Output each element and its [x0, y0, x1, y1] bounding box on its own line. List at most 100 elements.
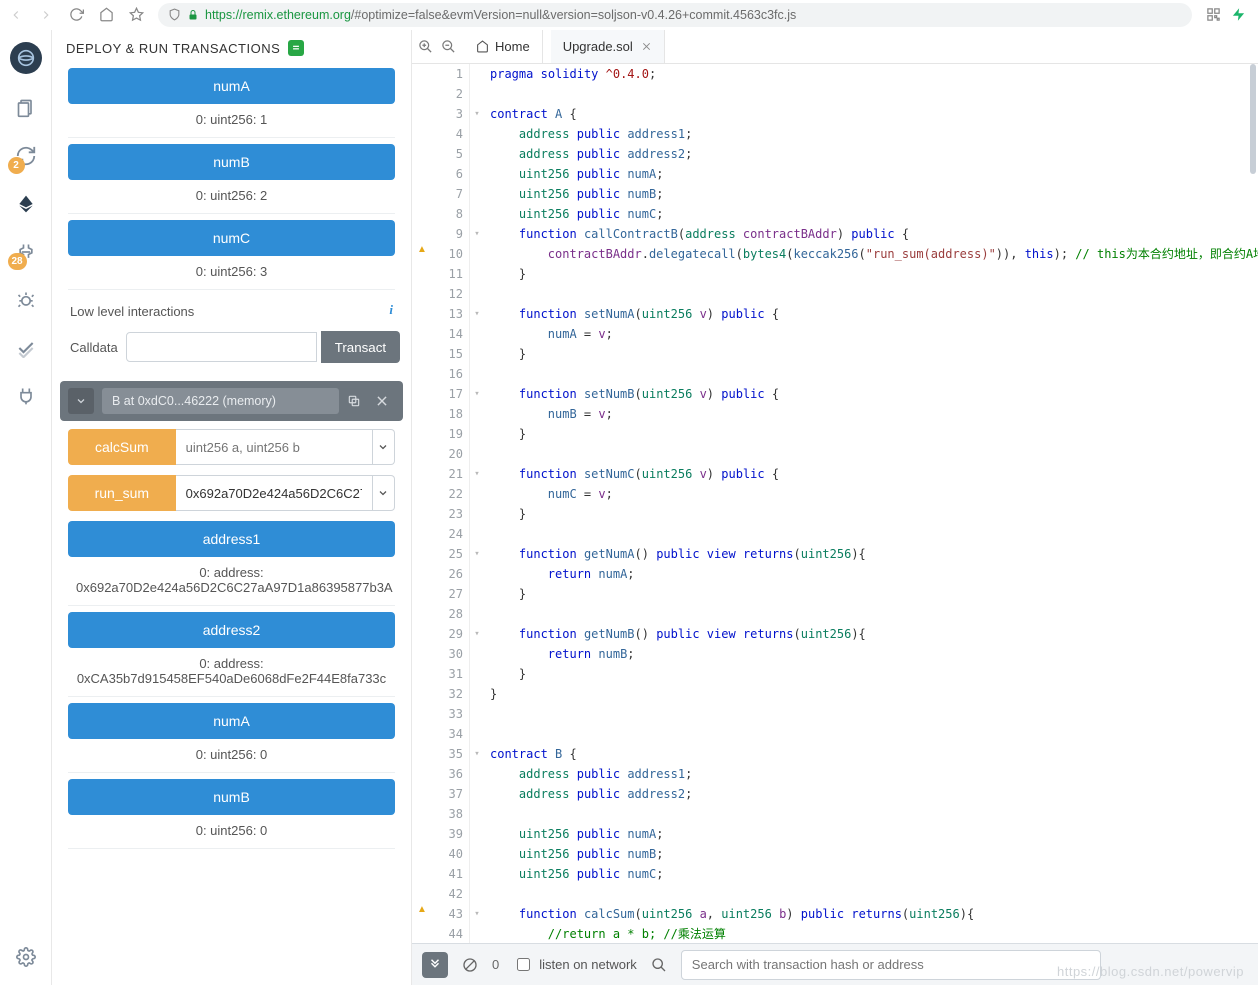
code-line[interactable]: 17▾ function setNumB(uint256 v) public { [412, 384, 1258, 404]
b-numB-button[interactable]: numB [68, 779, 395, 815]
calldata-input[interactable] [126, 332, 317, 362]
analyzer-icon[interactable]: 28 [12, 238, 40, 266]
search-icon[interactable] [651, 957, 667, 973]
code-line[interactable]: 18 numB = v; [412, 404, 1258, 424]
compiler-icon[interactable]: 2 [12, 142, 40, 170]
code-line[interactable]: 26 return numA; [412, 564, 1258, 584]
code-line[interactable]: 7 uint256 public numB; [412, 184, 1258, 204]
code-line[interactable]: 44 //return a * b; //乘法运算 [412, 924, 1258, 943]
b-numA-button[interactable]: numA [68, 703, 395, 739]
close-icon[interactable] [375, 394, 395, 408]
code-line[interactable]: 40 uint256 public numB; [412, 844, 1258, 864]
code-line[interactable]: 20 [412, 444, 1258, 464]
terminal-toggle-icon[interactable] [422, 952, 448, 978]
code-line[interactable]: 27 } [412, 584, 1258, 604]
code-line[interactable]: ▲43▾ function calcSum(uint256 a, uint256… [412, 904, 1258, 924]
code-line[interactable]: ▲10 contractBAddr.delegatecall(bytes4(ke… [412, 244, 1258, 264]
numB-result: 0: uint256: 2 [68, 184, 395, 214]
address2-button[interactable]: address2 [68, 612, 395, 648]
code-line[interactable]: 42 [412, 884, 1258, 904]
code-line[interactable]: 2 [412, 84, 1258, 104]
zoom-out-icon[interactable] [441, 39, 456, 54]
code-line[interactable]: 4 address public address1; [412, 124, 1258, 144]
numC-result: 0: uint256: 3 [68, 260, 395, 290]
flash-icon[interactable] [1231, 7, 1246, 22]
code-line[interactable]: 35▾contract B { [412, 744, 1258, 764]
code-line[interactable]: 8 uint256 public numC; [412, 204, 1258, 224]
code-line[interactable]: 34 [412, 724, 1258, 744]
code-line[interactable]: 25▾ function getNumA() public view retur… [412, 544, 1258, 564]
code-editor[interactable]: 1pragma solidity ^0.4.0;2 3▾contract A {… [412, 64, 1258, 943]
numB-button[interactable]: numB [68, 144, 395, 180]
code-line[interactable]: 3▾contract A { [412, 104, 1258, 124]
run-sum-button[interactable]: run_sum [68, 475, 176, 511]
code-line[interactable]: 15 } [412, 344, 1258, 364]
calcSum-button[interactable]: calcSum [68, 429, 176, 465]
code-line[interactable]: 9▾ function callContractB(address contra… [412, 224, 1258, 244]
code-line[interactable]: 22 numC = v; [412, 484, 1258, 504]
file-explorer-icon[interactable] [12, 94, 40, 122]
remix-logo-icon[interactable] [10, 42, 42, 74]
code-line[interactable]: 41 uint256 public numC; [412, 864, 1258, 884]
low-level-section: i Low level interactions Calldata Transa… [70, 304, 393, 363]
zoom-in-icon[interactable] [418, 39, 433, 54]
terminal-search-input[interactable] [681, 950, 1101, 980]
calcSum-expand-icon[interactable] [373, 429, 395, 465]
code-line[interactable]: 24 [412, 524, 1258, 544]
code-line[interactable]: 31 } [412, 664, 1258, 684]
nav-forward-icon[interactable] [38, 7, 54, 23]
code-line[interactable]: 39 uint256 public numA; [412, 824, 1258, 844]
code-line[interactable]: 6 uint256 public numA; [412, 164, 1258, 184]
tab-file[interactable]: Upgrade.sol [551, 30, 665, 63]
transact-button[interactable]: Transact [321, 331, 400, 363]
code-line[interactable]: 33 [412, 704, 1258, 724]
code-line[interactable]: 32} [412, 684, 1258, 704]
code-line[interactable]: 5 address public address2; [412, 144, 1258, 164]
code-line[interactable]: 28 [412, 604, 1258, 624]
code-line[interactable]: 11 } [412, 264, 1258, 284]
listen-checkbox-input[interactable] [517, 958, 530, 971]
code-line[interactable]: 12 [412, 284, 1258, 304]
editor-scrollbar[interactable] [1244, 64, 1258, 943]
panel-title: DEPLOY & RUN TRANSACTIONS [52, 30, 411, 62]
code-line[interactable]: 21▾ function setNumC(uint256 v) public { [412, 464, 1258, 484]
code-line[interactable]: 16 [412, 364, 1258, 384]
tab-home[interactable]: Home [464, 30, 543, 63]
numC-button[interactable]: numC [68, 220, 395, 256]
deploy-run-icon[interactable] [12, 190, 40, 218]
code-line[interactable]: 36 address public address1; [412, 764, 1258, 784]
address1-button[interactable]: address1 [68, 521, 395, 557]
nav-home-icon[interactable] [98, 7, 114, 23]
settings-icon[interactable] [12, 943, 40, 971]
plugin-icon[interactable] [12, 382, 40, 410]
listen-checkbox[interactable]: listen on network [513, 955, 637, 974]
code-line[interactable]: 1pragma solidity ^0.4.0; [412, 64, 1258, 84]
code-line[interactable]: 30 return numB; [412, 644, 1258, 664]
code-line[interactable]: 23 } [412, 504, 1258, 524]
nav-back-icon[interactable] [8, 7, 24, 23]
editor-tabs: Home Upgrade.sol [412, 30, 1258, 64]
qr-icon[interactable] [1206, 7, 1221, 22]
run-sum-expand-icon[interactable] [373, 475, 395, 511]
run-sum-input[interactable] [176, 475, 373, 511]
tab-close-icon[interactable] [641, 41, 652, 52]
tab-home-label: Home [495, 39, 530, 54]
code-line[interactable]: 13▾ function setNumA(uint256 v) public { [412, 304, 1258, 324]
debugger-icon[interactable] [12, 286, 40, 314]
code-line[interactable]: 14 numA = v; [412, 324, 1258, 344]
instance-collapse-icon[interactable] [68, 388, 94, 414]
watermark-text: https://blog.csdn.net/powervip [1057, 964, 1244, 979]
code-line[interactable]: 38 [412, 804, 1258, 824]
info-icon[interactable]: i [389, 302, 393, 318]
ban-icon[interactable] [462, 957, 478, 973]
nav-star-icon[interactable] [128, 7, 144, 23]
copy-icon[interactable] [347, 394, 367, 408]
code-line[interactable]: 29▾ function getNumB() public view retur… [412, 624, 1258, 644]
numA-button[interactable]: numA [68, 68, 395, 104]
nav-reload-icon[interactable] [68, 7, 84, 23]
code-line[interactable]: 19 } [412, 424, 1258, 444]
code-line[interactable]: 37 address public address2; [412, 784, 1258, 804]
unit-test-icon[interactable] [12, 334, 40, 362]
address-bar[interactable]: https://remix.ethereum.org/#optimize=fal… [158, 3, 1192, 27]
calcSum-input[interactable] [176, 429, 373, 465]
